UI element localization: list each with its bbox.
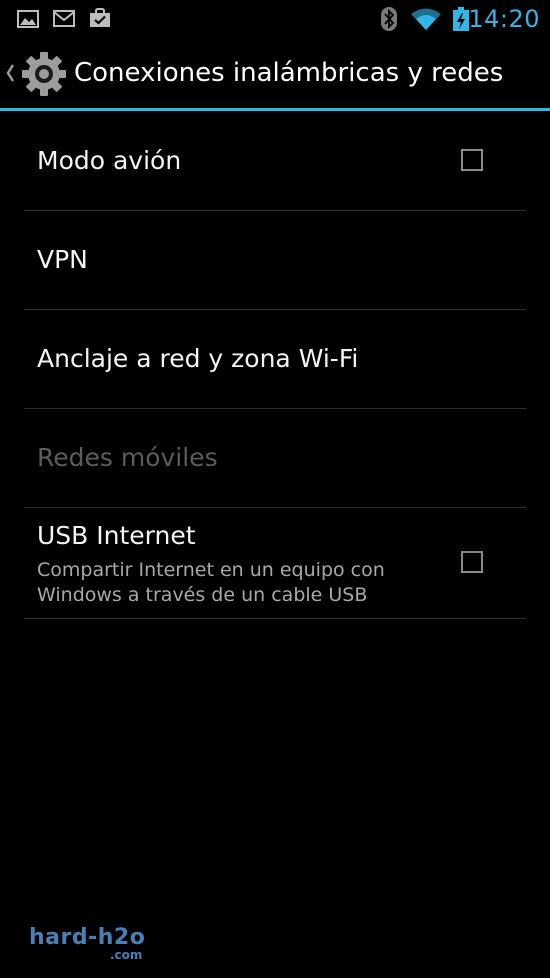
usb-internet-checkbox[interactable] [461, 551, 483, 573]
list-item-vpn[interactable]: VPN [0, 211, 550, 310]
settings-list: Modo avión VPN Anclaje a red y zona Wi-F… [0, 111, 550, 619]
list-item-anclaje-red[interactable]: Anclaje a red y zona Wi-Fi [0, 310, 550, 409]
modo-avion-checkbox[interactable] [461, 149, 483, 171]
list-item-title: USB Internet [37, 521, 196, 550]
up-navigation-caret-icon[interactable] [5, 63, 15, 83]
action-bar[interactable]: Conexiones inalámbricas y redes [0, 38, 550, 108]
market-notification-icon [90, 8, 110, 27]
list-item-title: Redes móviles [37, 443, 218, 472]
battery-charging-icon [453, 7, 469, 31]
list-item-modo-avion[interactable]: Modo avión [0, 111, 550, 211]
watermark-logo: hard-h2o [29, 925, 146, 950]
image-notification-icon [17, 10, 39, 28]
divider [24, 618, 526, 619]
clock: 14:20 [468, 5, 540, 33]
bluetooth-icon [381, 7, 397, 31]
list-item-title: Anclaje a red y zona Wi-Fi [37, 344, 359, 373]
settings-gear-icon[interactable] [20, 50, 68, 98]
list-item-title: VPN [37, 245, 88, 274]
status-bar: 14:20 [0, 0, 550, 38]
list-item-usb-internet[interactable]: USB Internet Compartir Internet en un eq… [0, 508, 550, 619]
list-item-summary: Compartir Internet en un equipo con Wind… [37, 559, 385, 606]
list-item-redes-moviles: Redes móviles [0, 409, 550, 508]
gmail-notification-icon [53, 10, 75, 27]
wifi-icon [411, 8, 441, 30]
page-title: Conexiones inalámbricas y redes [74, 58, 504, 88]
watermark-domain: .com [110, 948, 143, 962]
list-item-title: Modo avión [37, 146, 182, 175]
